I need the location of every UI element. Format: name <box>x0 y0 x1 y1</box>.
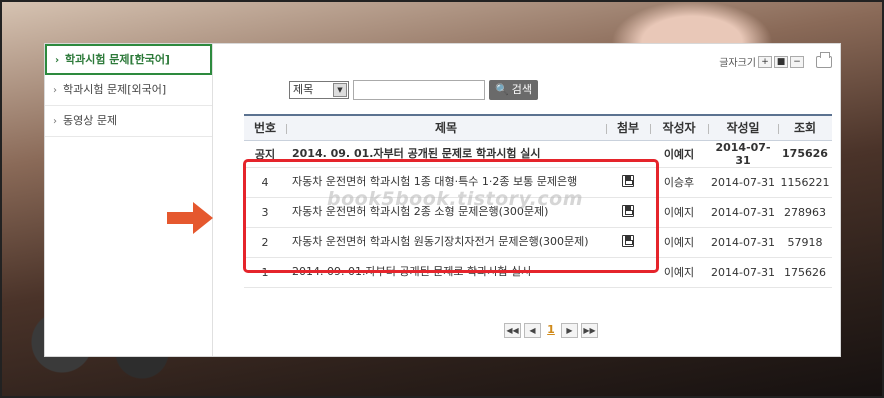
row-attachment <box>606 140 650 168</box>
table-row[interactable]: 2 자동차 운전면허 학과시험 원동기장치자전거 문제은행(300문제) 이예지… <box>244 227 832 258</box>
column-header-number: 번호 <box>253 121 277 136</box>
sidebar-item-label: 학과시험 문제[외국어] <box>63 83 167 96</box>
row-date: 2014-07-31 <box>708 140 778 168</box>
row-author: 이승후 <box>650 167 708 198</box>
sidebar-item-label: 동영상 문제 <box>63 114 118 127</box>
row-author: 이예지 <box>650 227 708 258</box>
table-row[interactable]: 3 자동차 운전면허 학과시험 2종 소형 문제은행(300문제) 이예지 20… <box>244 197 832 228</box>
chevron-down-icon: ▼ <box>333 83 347 97</box>
floppy-disk-icon[interactable] <box>622 204 634 217</box>
row-date: 2014-07-31 <box>708 197 778 228</box>
row-title-link[interactable]: 자동차 운전면허 학과시험 1종 대형·특수 1·2종 보통 문제은행 <box>286 167 606 198</box>
search-button[interactable]: 🔍 검색 <box>489 80 538 100</box>
search-icon: 🔍 <box>495 83 509 96</box>
main-content: 글자크기 + ■ − 제목 ▼ 🔍 검색 번호 제목 첨부 작성자 작성일 조회… <box>214 44 840 356</box>
column-header-title: 제목 <box>286 115 606 140</box>
row-author: 이예지 <box>650 257 708 288</box>
row-attachment <box>606 227 650 258</box>
prev-page-button[interactable]: ◀ <box>524 323 541 338</box>
font-size-label: 글자크기 <box>719 58 756 69</box>
table-row-notice[interactable]: 공지 2014. 09. 01.자부터 공개된 문제로 학과시험 실시 이예지 … <box>244 140 832 168</box>
print-icon[interactable] <box>816 51 832 68</box>
search-bar: 제목 ▼ 🔍 검색 <box>289 80 538 100</box>
column-header-author: 작성자 <box>650 115 708 140</box>
row-title-link[interactable]: 2014. 09. 01.자부터 공개된 문제로 학과시험 실시 <box>286 140 606 168</box>
sidebar-item-korean-exam[interactable]: › 학과시험 문제[한국어] <box>45 44 212 75</box>
font-size-control: 글자크기 + ■ − <box>719 51 832 69</box>
font-size-increase-button[interactable]: + <box>758 55 772 68</box>
row-number: 3 <box>244 197 286 228</box>
floppy-disk-icon[interactable] <box>622 174 634 187</box>
first-page-button[interactable]: ◀◀ <box>504 323 521 338</box>
last-page-button[interactable]: ▶▶ <box>581 323 598 338</box>
table-row[interactable]: 4 자동차 운전면허 학과시험 1종 대형·특수 1·2종 보통 문제은행 이승… <box>244 167 832 198</box>
search-input[interactable] <box>353 80 485 100</box>
next-page-button[interactable]: ▶ <box>561 323 578 338</box>
row-attachment <box>606 167 650 198</box>
search-field-select[interactable]: 제목 ▼ <box>289 81 349 99</box>
row-number: 4 <box>244 167 286 198</box>
row-title-link[interactable]: 자동차 운전면허 학과시험 2종 소형 문제은행(300문제) <box>286 197 606 228</box>
search-button-label: 검색 <box>511 83 532 96</box>
font-size-reset-button[interactable]: ■ <box>774 55 788 68</box>
row-attachment <box>606 197 650 228</box>
arrow-right-icon <box>167 202 213 234</box>
row-title-link[interactable]: 2014. 09. 01.자부터 공개된 문제로 학과시험 실시 <box>286 257 606 288</box>
font-size-decrease-button[interactable]: − <box>790 55 804 68</box>
search-field-value: 제목 <box>293 83 314 96</box>
column-header-views: 조회 <box>778 115 832 140</box>
row-date: 2014-07-31 <box>708 227 778 258</box>
column-header-attachment: 첨부 <box>606 115 650 140</box>
row-views: 175626 <box>778 257 832 288</box>
column-header-date: 작성일 <box>708 115 778 140</box>
pagination: ◀◀ ◀ 1 ▶ ▶▶ <box>504 323 598 338</box>
chevron-right-icon: › <box>53 116 57 127</box>
sidebar-item-label: 학과시험 문제[한국어] <box>65 53 170 66</box>
row-title-link[interactable]: 자동차 운전면허 학과시험 원동기장치자전거 문제은행(300문제) <box>286 227 606 258</box>
row-attachment <box>606 257 650 288</box>
row-author: 이예지 <box>650 197 708 228</box>
sidebar-item-foreign-exam[interactable]: › 학과시험 문제[외국어] <box>45 75 212 106</box>
table-header-row: 번호 제목 첨부 작성자 작성일 조회 <box>244 115 832 140</box>
board-panel: › 학과시험 문제[한국어] › 학과시험 문제[외국어] › 동영상 문제 글자크기… <box>44 43 841 357</box>
page-number-current[interactable]: 1 <box>544 323 558 338</box>
row-number: 1 <box>244 257 286 288</box>
table-row[interactable]: 1 2014. 09. 01.자부터 공개된 문제로 학과시험 실시 이예지 2… <box>244 257 832 288</box>
sidebar-item-video-questions[interactable]: › 동영상 문제 <box>45 106 212 137</box>
screenshot-frame: › 학과시험 문제[한국어] › 학과시험 문제[외국어] › 동영상 문제 글자크기… <box>0 0 884 398</box>
row-date: 2014-07-31 <box>708 167 778 198</box>
row-number: 2 <box>244 227 286 258</box>
row-author: 이예지 <box>650 140 708 168</box>
row-views: 175626 <box>778 140 832 168</box>
row-views: 57918 <box>778 227 832 258</box>
row-date: 2014-07-31 <box>708 257 778 288</box>
floppy-disk-icon[interactable] <box>622 234 634 247</box>
board-table: 번호 제목 첨부 작성자 작성일 조회 공지 2014. 09. 01.자부터 … <box>244 114 832 288</box>
row-number: 공지 <box>244 140 286 168</box>
row-views: 1156221 <box>778 167 832 198</box>
chevron-right-icon: › <box>53 85 57 96</box>
chevron-right-icon: › <box>55 55 60 66</box>
row-views: 278963 <box>778 197 832 228</box>
